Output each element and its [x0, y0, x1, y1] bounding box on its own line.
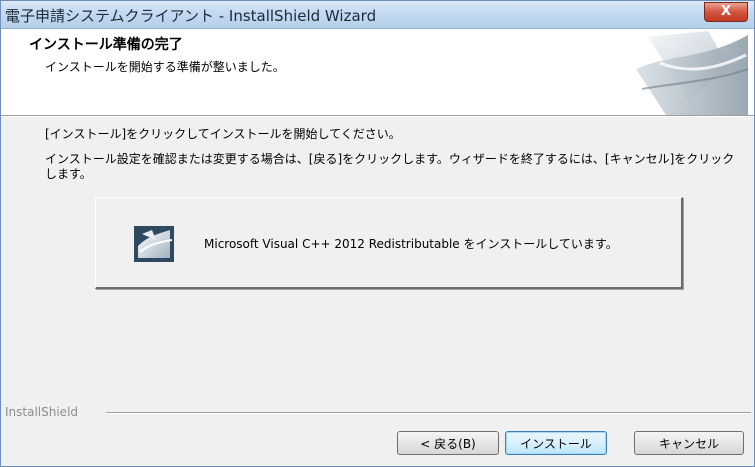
footer-divider	[106, 412, 751, 414]
installer-package-icon	[134, 226, 174, 262]
cancel-button[interactable]: キャンセル	[634, 431, 744, 455]
install-button[interactable]: インストール	[505, 431, 607, 455]
wizard-header: インストール準備の完了 インストールを開始する準備が整いました。	[1, 29, 754, 115]
installer-window: 電子申請システムクライアント - InstallShield Wizard X …	[0, 0, 755, 467]
window-title: 電子申請システムクライアント - InstallShield Wizard	[5, 7, 377, 25]
close-button[interactable]: X	[704, 2, 748, 22]
back-button[interactable]: < 戻る(B)	[397, 431, 499, 455]
page-subtitle: インストールを開始する準備が整いました。	[45, 60, 285, 74]
installshield-brand: InstallShield	[5, 405, 79, 419]
title-bar[interactable]: 電子申請システムクライアント - InstallShield Wizard X	[1, 1, 754, 29]
wizard-banner-icon	[636, 31, 749, 115]
install-status-text: Microsoft Visual C++ 2012 Redistributabl…	[204, 237, 618, 251]
install-status-panel: Microsoft Visual C++ 2012 Redistributabl…	[95, 197, 683, 289]
close-icon: X	[720, 4, 732, 19]
instruction-back-cancel: インストール設定を確認または変更する場合は、[戻る]をクリックします。ウィザード…	[45, 152, 735, 181]
instruction-install: [インストール]をクリックしてインストールを開始してください。	[45, 127, 401, 141]
header-divider	[1, 115, 754, 117]
page-title: インストール準備の完了	[29, 37, 183, 53]
